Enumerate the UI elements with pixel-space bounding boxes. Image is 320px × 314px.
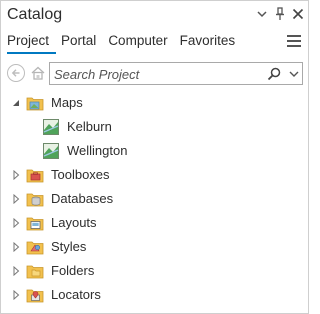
- pin-icon: [276, 7, 284, 20]
- search-icon: [267, 67, 281, 81]
- tree-item-map-wellington[interactable]: Wellington: [1, 141, 301, 161]
- pane-title: Catalog: [7, 6, 63, 23]
- back-button[interactable]: [7, 64, 25, 82]
- layouts-folder-icon: [26, 217, 44, 231]
- close-icon: [292, 8, 304, 20]
- maps-folder-icon: [26, 97, 44, 111]
- tab-portal[interactable]: Portal: [56, 32, 103, 54]
- catalog-tabs: Project Portal Computer Favorites: [7, 32, 242, 56]
- collapsed-triangle-icon[interactable]: [11, 242, 21, 252]
- tree-item-label: Folders: [51, 263, 95, 278]
- databases-folder-icon: [26, 193, 44, 207]
- tree-item-map-kelburn[interactable]: Kelburn: [1, 117, 301, 137]
- collapsed-triangle-icon[interactable]: [11, 266, 21, 276]
- pin-button[interactable]: [272, 5, 288, 23]
- collapsed-triangle-icon[interactable]: [11, 290, 21, 300]
- map-icon: [43, 143, 59, 159]
- collapsed-triangle-icon[interactable]: [11, 194, 21, 204]
- tree-item-label: Maps: [51, 95, 83, 110]
- close-button[interactable]: [290, 5, 306, 23]
- toolboxes-folder-icon: [26, 169, 44, 183]
- tree-item-label: Locators: [51, 287, 101, 302]
- search-button[interactable]: [266, 66, 282, 82]
- collapsed-triangle-icon[interactable]: [11, 218, 21, 228]
- title-bar: Catalog: [1, 1, 308, 29]
- chevron-down-icon: [289, 71, 299, 77]
- search-box: [49, 62, 303, 85]
- pane-menu-button[interactable]: [254, 5, 270, 23]
- search-options-dropdown[interactable]: [287, 67, 301, 81]
- tab-favorites[interactable]: Favorites: [175, 32, 243, 54]
- map-icon: [43, 119, 59, 135]
- tree-item-layouts[interactable]: Layouts: [1, 213, 301, 233]
- tree-item-databases[interactable]: Databases: [1, 189, 301, 209]
- chevron-down-icon: [257, 11, 267, 18]
- search-input[interactable]: [54, 65, 254, 83]
- tab-project[interactable]: Project: [7, 32, 57, 54]
- locators-folder-icon: [26, 289, 44, 303]
- arrow-left-icon: [11, 69, 20, 77]
- tree-item-label: Toolboxes: [51, 167, 110, 182]
- tree-item-label: Layouts: [51, 215, 97, 230]
- tree-item-styles[interactable]: Styles: [1, 237, 301, 257]
- tree-item-maps[interactable]: Maps: [1, 93, 301, 113]
- home-icon: [31, 66, 45, 80]
- folders-icon: [26, 265, 44, 279]
- tab-computer[interactable]: Computer: [103, 32, 174, 54]
- collapsed-triangle-icon[interactable]: [11, 170, 21, 180]
- styles-folder-icon: [26, 241, 44, 255]
- catalog-pane: Catalog Project Portal Computer Favorite…: [0, 0, 309, 314]
- expanded-triangle-icon[interactable]: [11, 98, 21, 108]
- tree-item-folders[interactable]: Folders: [1, 261, 301, 281]
- tree-item-toolboxes[interactable]: Toolboxes: [1, 165, 301, 185]
- tree-item-label: Wellington: [67, 143, 128, 158]
- project-home-button[interactable]: [30, 65, 46, 81]
- hamburger-menu-icon[interactable]: [287, 35, 303, 49]
- tree-item-label: Kelburn: [67, 119, 112, 134]
- tree-item-label: Databases: [51, 191, 114, 206]
- tree-item-locators[interactable]: Locators: [1, 285, 301, 305]
- tree-item-label: Styles: [51, 239, 87, 254]
